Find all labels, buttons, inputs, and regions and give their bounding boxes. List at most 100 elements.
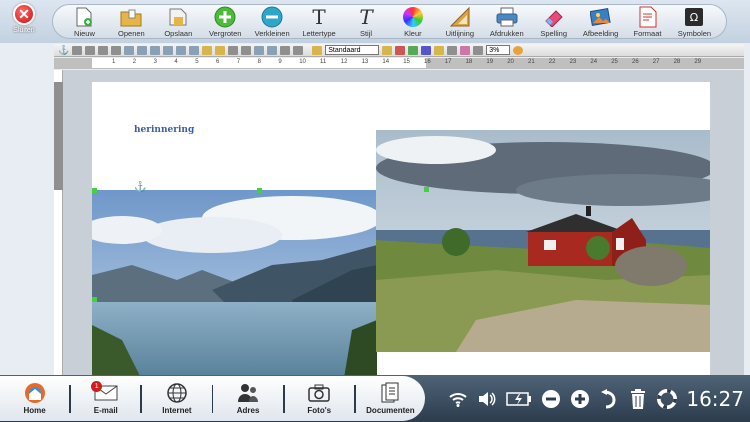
align-left-icon[interactable] bbox=[124, 45, 135, 55]
home-button[interactable]: Home bbox=[0, 379, 69, 419]
zoom-out-button[interactable]: Verkleinen bbox=[249, 5, 295, 38]
undo-icon[interactable] bbox=[599, 388, 619, 409]
layout-button[interactable]: Uitlijning bbox=[437, 5, 483, 38]
taskbar-launcher: Home 1 E-mail Internet Adres Foto's Docu… bbox=[0, 376, 425, 421]
resize-handle-top-middle[interactable] bbox=[257, 188, 262, 193]
format-button[interactable]: Formaat bbox=[625, 5, 671, 38]
ruler-number: 15 bbox=[403, 59, 410, 65]
wrap-left-icon[interactable] bbox=[111, 45, 122, 55]
anchor-tool-icon[interactable]: ⚓ bbox=[58, 45, 69, 56]
ruler-number: 1 bbox=[112, 59, 116, 65]
crop-icon[interactable] bbox=[513, 45, 524, 55]
symbols-button[interactable]: Ω Symbolen bbox=[671, 5, 717, 38]
ruler-number: 13 bbox=[361, 59, 369, 65]
email-badge: 1 bbox=[91, 380, 103, 392]
line-style-icon[interactable] bbox=[254, 45, 265, 55]
align-bottom-icon[interactable] bbox=[189, 45, 200, 55]
main-toolbar: Nieuw Openen Opslaan Vergroten Verkleine… bbox=[52, 4, 727, 39]
open-label: Openen bbox=[118, 29, 145, 38]
minus-circle-icon bbox=[261, 6, 283, 28]
ruler-number: 8 bbox=[257, 59, 261, 65]
contacts-icon bbox=[236, 382, 260, 404]
resize-handle-middle-right[interactable] bbox=[424, 187, 429, 192]
ruler-number: 19 bbox=[486, 59, 494, 65]
ruler-number: 6 bbox=[216, 59, 220, 65]
battery-icon[interactable] bbox=[506, 389, 532, 409]
ruler-number: 28 bbox=[673, 59, 681, 65]
align-middle-icon[interactable] bbox=[176, 45, 187, 55]
zoom-out-icon[interactable] bbox=[541, 389, 561, 409]
zoom-in-button[interactable]: Vergroten bbox=[202, 5, 248, 38]
image-button[interactable]: Afbeelding bbox=[578, 5, 624, 38]
address-button[interactable]: Adres bbox=[213, 379, 282, 419]
anchor-icon[interactable]: ⚓ bbox=[134, 182, 146, 193]
spelling-button[interactable]: Spelling bbox=[531, 5, 577, 38]
gamma-icon[interactable] bbox=[460, 45, 471, 55]
svg-text:Ω: Ω bbox=[690, 11, 698, 24]
document-area[interactable]: herinnering ⚓ bbox=[54, 70, 744, 375]
email-button[interactable]: 1 E-mail bbox=[71, 379, 140, 419]
color-filter-icon[interactable] bbox=[382, 45, 393, 55]
align-right-icon[interactable] bbox=[150, 45, 161, 55]
trash-icon[interactable] bbox=[628, 388, 648, 409]
document-heading[interactable]: herinnering bbox=[134, 125, 194, 135]
print-button[interactable]: Afdrukken bbox=[484, 5, 530, 38]
ruler-margin-left bbox=[54, 58, 92, 69]
red-icon[interactable] bbox=[395, 45, 406, 55]
font-button[interactable]: T Lettertype bbox=[296, 5, 342, 38]
resize-handle-middle-left[interactable] bbox=[92, 297, 97, 302]
contrast-icon[interactable] bbox=[447, 45, 458, 55]
ruler-number: 5 bbox=[195, 59, 199, 65]
house-photo[interactable] bbox=[376, 130, 710, 352]
brightness-icon[interactable] bbox=[434, 45, 445, 55]
ruler-number: 20 bbox=[507, 59, 514, 65]
wifi-icon[interactable] bbox=[448, 389, 468, 409]
blue-icon[interactable] bbox=[421, 45, 432, 55]
filter-icon[interactable] bbox=[312, 45, 323, 55]
save-button[interactable]: Opslaan bbox=[155, 5, 201, 38]
photos-button[interactable]: Foto's bbox=[285, 379, 354, 419]
style-button[interactable]: T Stijl bbox=[343, 5, 389, 38]
bring-front-icon[interactable] bbox=[202, 45, 213, 55]
wrap-none-icon[interactable] bbox=[72, 45, 83, 55]
wrap-page-icon[interactable] bbox=[85, 45, 96, 55]
border-icon[interactable] bbox=[241, 45, 252, 55]
plus-circle-icon bbox=[214, 6, 236, 28]
print-label: Afdrukken bbox=[489, 29, 524, 38]
fjord-photo[interactable] bbox=[92, 190, 377, 375]
transparency-icon[interactable] bbox=[473, 45, 484, 55]
resize-handle-top-left[interactable] bbox=[92, 188, 97, 193]
open-button[interactable]: Openen bbox=[108, 5, 154, 38]
vertical-ruler-margin bbox=[54, 82, 63, 190]
open-folder-icon bbox=[120, 6, 142, 28]
help-lifebuoy-icon[interactable] bbox=[657, 388, 678, 409]
new-button[interactable]: Nieuw bbox=[61, 5, 107, 38]
send-back-icon[interactable] bbox=[215, 45, 226, 55]
printer-icon bbox=[496, 6, 518, 28]
ruler-number: 3 bbox=[153, 59, 157, 65]
green-icon[interactable] bbox=[408, 45, 419, 55]
align-center-icon[interactable] bbox=[137, 45, 148, 55]
transparency-input[interactable]: 3% bbox=[486, 45, 511, 55]
align-top-icon[interactable] bbox=[163, 45, 174, 55]
spelling-label: Spelling bbox=[540, 29, 568, 38]
document-page[interactable]: herinnering ⚓ bbox=[92, 82, 710, 375]
ruler-number: 11 bbox=[320, 59, 327, 65]
close-button[interactable]: ✕ Sluiten bbox=[4, 3, 44, 41]
graphics-mode-select[interactable]: Standaard bbox=[325, 45, 380, 55]
color-button[interactable]: Kleur bbox=[390, 5, 436, 38]
wrap-optimal-icon[interactable] bbox=[98, 45, 109, 55]
color-label: Kleur bbox=[404, 29, 422, 38]
ruler-number: 12 bbox=[340, 59, 348, 65]
zoom-in-icon[interactable] bbox=[570, 389, 590, 409]
border-color-icon[interactable] bbox=[267, 45, 278, 55]
save-icon bbox=[167, 6, 189, 28]
documents-button[interactable]: Documenten bbox=[356, 379, 425, 419]
internet-button[interactable]: Internet bbox=[142, 379, 211, 419]
home-icon bbox=[23, 382, 47, 404]
format-label: Formaat bbox=[633, 29, 662, 38]
volume-icon[interactable] bbox=[477, 389, 497, 409]
caption-icon[interactable] bbox=[293, 45, 304, 55]
background-color-icon[interactable] bbox=[280, 45, 291, 55]
to-background-icon[interactable] bbox=[228, 45, 239, 55]
